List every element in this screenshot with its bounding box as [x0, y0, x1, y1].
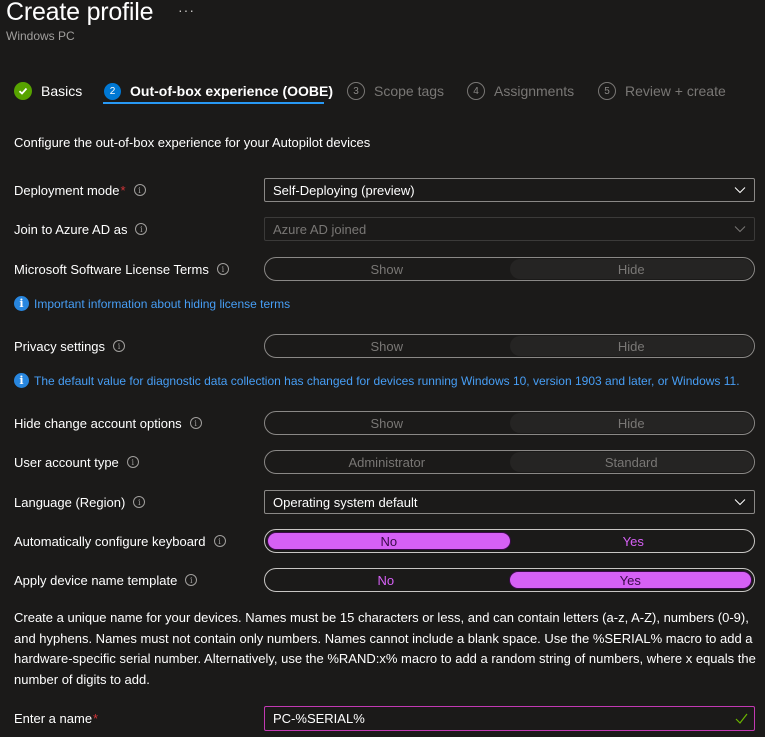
info-icon[interactable]: i [213, 535, 226, 547]
toggle-option-standard[interactable]: Standard [509, 452, 753, 472]
toggle-option-hide[interactable]: Hide [509, 336, 753, 356]
info-icon[interactable]: i [135, 223, 148, 235]
user-account-type-label: User account type i [14, 452, 139, 472]
toggle-option-no[interactable]: No [267, 532, 511, 550]
auto-keyboard-toggle[interactable]: No Yes [264, 529, 755, 553]
toggle-option-show[interactable]: Show [265, 335, 509, 357]
label-text: Automatically configure keyboard [14, 533, 206, 549]
info-icon[interactable]: i [216, 263, 229, 275]
step-basics[interactable]: Basics [14, 78, 82, 104]
device-name-input[interactable]: PC-%SERIAL% [264, 706, 755, 731]
checkmark-icon [14, 82, 32, 100]
toggle-option-yes[interactable]: Yes [513, 530, 755, 552]
chevron-down-icon [734, 187, 746, 194]
dropdown-value: Operating system default [273, 494, 418, 510]
join-azure-ad-dropdown: Azure AD joined [264, 217, 755, 241]
input-value[interactable]: PC-%SERIAL% [273, 711, 365, 726]
license-terms-toggle[interactable]: Show Hide [264, 257, 755, 281]
label-text: Enter a name [14, 710, 93, 726]
step-scope-tags[interactable]: 3 Scope tags [347, 78, 444, 104]
step-number-icon: 4 [467, 82, 485, 100]
license-terms-label: Microsoft Software License Terms i [14, 259, 229, 279]
valid-check-icon [735, 713, 748, 724]
more-options-button[interactable]: ··· [178, 2, 195, 18]
label-text: Deployment mode [14, 182, 120, 198]
toggle-option-yes[interactable]: Yes [508, 571, 752, 589]
privacy-settings-toggle[interactable]: Show Hide [264, 334, 755, 358]
deployment-mode-label: Deployment mode * i [14, 180, 146, 200]
label-text: Hide change account options [14, 415, 182, 431]
device-name-template-label: Apply device name template i [14, 570, 198, 590]
step-assignments[interactable]: 4 Assignments [467, 78, 574, 104]
label-text: Privacy settings [14, 338, 106, 354]
privacy-info-message[interactable]: i The default value for diagnostic data … [14, 373, 740, 388]
page-subtitle: Windows PC [6, 29, 75, 43]
step-number-icon: 2 [104, 82, 121, 100]
step-label: Review + create [625, 83, 726, 99]
dropdown-value: Self-Deploying (preview) [273, 182, 415, 198]
label-text: User account type [14, 454, 119, 470]
dropdown-value: Azure AD joined [273, 221, 367, 237]
info-icon[interactable]: i [185, 574, 198, 586]
info-filled-icon: i [14, 373, 29, 388]
toggle-option-no[interactable]: No [265, 569, 507, 591]
auto-keyboard-label: Automatically configure keyboard i [14, 531, 226, 551]
label-text: Language (Region) [14, 494, 126, 510]
active-step-indicator [103, 102, 324, 104]
join-azure-ad-label: Join to Azure AD as i [14, 219, 148, 239]
chevron-down-icon [734, 499, 746, 506]
wizard-steps: Basics 2 Out-of-box experience (OOBE) 3 … [0, 78, 765, 104]
required-marker: * [120, 182, 126, 198]
step-label: Basics [41, 83, 83, 99]
label-text: Apply device name template [14, 572, 178, 588]
user-account-type-toggle[interactable]: Administrator Standard [264, 450, 755, 474]
enter-name-label: Enter a name * [14, 708, 98, 728]
language-region-dropdown[interactable]: Operating system default [264, 490, 755, 514]
info-icon[interactable]: i [133, 496, 146, 508]
info-text[interactable]: The default value for diagnostic data co… [34, 374, 740, 388]
step-number-icon: 5 [598, 82, 616, 100]
privacy-settings-label: Privacy settings i [14, 336, 126, 356]
device-name-description: Create a unique name for your devices. N… [14, 610, 756, 687]
step-label: Scope tags [374, 83, 445, 99]
hide-change-account-label: Hide change account options i [14, 413, 202, 433]
section-intro: Configure the out-of-box experience for … [14, 135, 371, 150]
info-icon[interactable]: i [189, 417, 202, 429]
toggle-option-hide[interactable]: Hide [509, 413, 753, 433]
hide-change-account-toggle[interactable]: Show Hide [264, 411, 755, 435]
license-info-link[interactable]: i Important information about hiding lic… [14, 296, 290, 311]
step-label: Assignments [494, 83, 575, 99]
device-name-template-toggle[interactable]: No Yes [264, 568, 755, 592]
toggle-option-show[interactable]: Show [265, 258, 509, 280]
chevron-down-icon [734, 226, 746, 233]
step-review-create[interactable]: 5 Review + create [598, 78, 726, 104]
info-filled-icon: i [14, 296, 29, 311]
link-text[interactable]: Important information about hiding licen… [34, 297, 290, 311]
label-text: Join to Azure AD as [14, 221, 128, 237]
step-number-icon: 3 [347, 82, 365, 100]
label-text: Microsoft Software License Terms [14, 261, 209, 277]
toggle-option-hide[interactable]: Hide [509, 259, 753, 279]
required-marker: * [93, 710, 99, 726]
info-icon[interactable]: i [113, 340, 126, 352]
toggle-option-administrator[interactable]: Administrator [265, 451, 509, 473]
language-region-label: Language (Region) i [14, 492, 146, 512]
info-icon[interactable]: i [126, 456, 139, 468]
toggle-option-show[interactable]: Show [265, 412, 509, 434]
step-oobe[interactable]: 2 Out-of-box experience (OOBE) [104, 78, 333, 104]
page-title: Create profile [6, 0, 154, 26]
step-label: Out-of-box experience (OOBE) [130, 83, 334, 99]
deployment-mode-dropdown[interactable]: Self-Deploying (preview) [264, 178, 755, 202]
info-icon[interactable]: i [133, 184, 146, 196]
